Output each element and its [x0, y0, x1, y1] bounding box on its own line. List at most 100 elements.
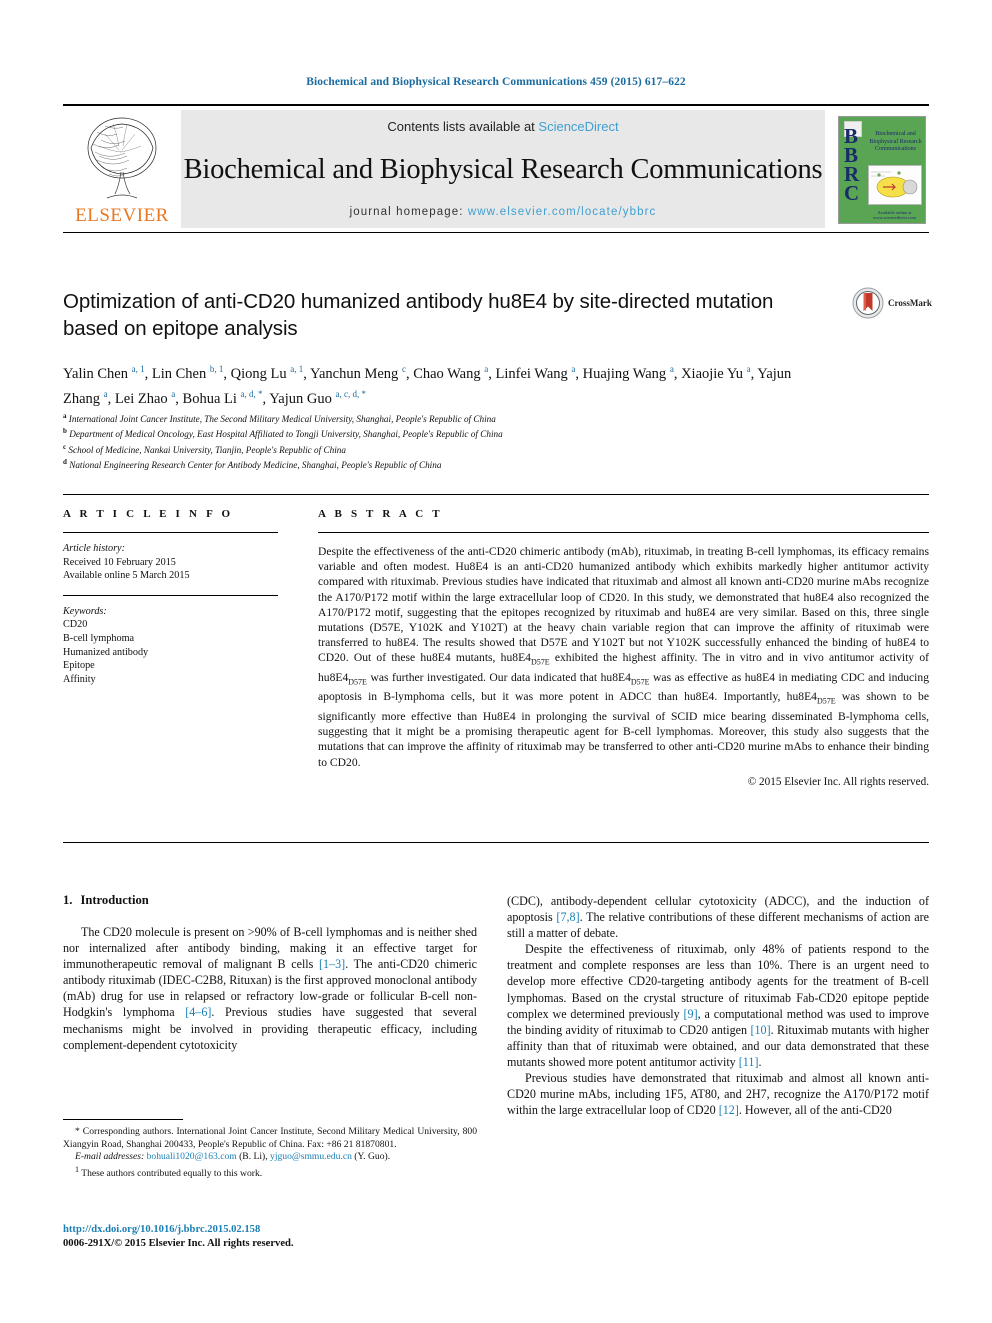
paper-page: Biochemical and Biophysical Research Com…	[0, 0, 992, 1323]
affiliation-text: International Joint Cancer Institute, Th…	[66, 414, 496, 425]
keyword-item: Humanized antibody	[63, 646, 149, 658]
affiliation-item: a International Joint Cancer Institute, …	[63, 410, 863, 425]
email-2-attribution: (Y. Guo).	[351, 1151, 391, 1163]
footnote-corresponding-authors: * Corresponding authors. International J…	[63, 1126, 477, 1150]
author-name: Bohua Li	[182, 390, 241, 407]
author-affiliation-marks: a, 1	[290, 364, 304, 374]
elsevier-wordmark: ELSEVIER	[75, 205, 169, 226]
sciencedirect-link[interactable]: ScienceDirect	[538, 119, 618, 134]
footnote-equal-text: These authors contributed equally to thi…	[79, 1167, 263, 1179]
section-number: 1.	[63, 893, 73, 907]
crossmark-badge[interactable]: CrossMark	[852, 287, 932, 319]
keyword-item: Affinity	[63, 673, 96, 685]
keyword-item: B-cell lymphoma	[63, 632, 135, 644]
author-affiliation-marks: a, 1	[131, 364, 145, 374]
abstract-subscript: D57E	[816, 696, 836, 706]
contents-prefix: Contents lists available at	[387, 119, 539, 134]
abstract-segment: was further investigated. Our data indic…	[366, 670, 631, 684]
homepage-prefix: journal homepage:	[349, 206, 468, 218]
abstract-text: Despite the effectiveness of the anti-CD…	[318, 544, 929, 770]
citation-link[interactable]: [7,8]	[556, 910, 579, 924]
intro-paragraph-1-cont: (CDC), antibody-dependent cellular cytot…	[507, 893, 929, 941]
email-link-1[interactable]: bohuali1020@163.com	[147, 1151, 237, 1162]
author-list: Yalin Chen a, 1, Lin Chen b, 1, Qiong Lu…	[63, 359, 823, 409]
article-history-group: Article history: Received 10 February 20…	[63, 542, 278, 583]
article-info-block: A R T I C L E I N F O Article history: R…	[63, 508, 278, 686]
author-name: Qiong Lu	[230, 365, 291, 382]
author-affiliation-marks: b, 1	[209, 364, 224, 374]
rule-below-abstract	[63, 842, 929, 843]
email-label: E-mail addresses:	[75, 1151, 145, 1163]
cover-footer-text: Available online at www.sciencedirect.co…	[873, 210, 916, 220]
article-history-received: Received 10 February 2015	[63, 556, 176, 568]
citation-link[interactable]: [1–3]	[319, 957, 345, 971]
section-title: Introduction	[80, 893, 149, 907]
footnote-email-addresses: E-mail addresses: bohuali1020@163.com (B…	[63, 1151, 477, 1164]
author-name: Yalin Chen	[63, 365, 132, 382]
journal-cover-thumbnail: BBRC Biochemical and Biophysical Researc…	[833, 110, 929, 228]
email-link-2[interactable]: yjguo@smmu.edu.cn	[270, 1151, 352, 1162]
masthead-center: Contents lists available at ScienceDirec…	[181, 110, 825, 228]
cover-figure	[868, 165, 922, 205]
crossmark-icon	[852, 287, 884, 319]
keyword-item: Epitope	[63, 660, 95, 672]
author-name: Huajing Wang	[582, 365, 670, 382]
copyright-line: © 2015 Elsevier Inc. All rights reserved…	[747, 775, 929, 788]
author-separator: ,	[107, 390, 115, 407]
author-affiliation-marks: a, d, *	[240, 388, 263, 399]
journal-masthead: ELSEVIER Contents lists available at Sci…	[63, 104, 929, 228]
affiliation-text: School of Medicine, Nankai University, T…	[66, 445, 346, 455]
citation-link[interactable]: [10]	[750, 1023, 770, 1037]
contents-available-line: Contents lists available at ScienceDirec…	[387, 119, 618, 134]
journal-homepage-link[interactable]: www.elsevier.com/locate/ybbrc	[468, 206, 657, 218]
article-info-separator	[63, 594, 278, 596]
abstract-subscript: D57E	[348, 677, 367, 687]
author-separator: ,	[488, 365, 496, 382]
intro-paragraph-1: The CD20 molecule is present on >90% of …	[63, 924, 477, 1053]
email-1-attribution: (B. Li),	[236, 1151, 271, 1163]
intro-paragraph-3: Previous studies have demonstrated that …	[507, 1070, 929, 1118]
author-separator: ,	[175, 390, 183, 407]
author-name: Yajun Guo	[269, 390, 336, 407]
article-history-label: Article history:	[63, 543, 125, 554]
body-column-right: (CDC), antibody-dependent cellular cytot…	[507, 893, 929, 1118]
affiliation-text: National Engineering Research Center for…	[66, 460, 442, 471]
rule-above-abstract	[63, 494, 929, 495]
elsevier-logo: ELSEVIER	[63, 110, 181, 228]
author-separator: ,	[673, 365, 682, 382]
author-separator: ,	[144, 365, 152, 382]
keyword-item: CD20	[63, 619, 88, 631]
citation-link[interactable]: [12]	[719, 1103, 739, 1117]
citation-link[interactable]: [11]	[739, 1055, 759, 1069]
cover-bbrc-letters: BBRC	[844, 124, 860, 205]
body-column-left: 1. Introduction The CD20 molecule is pres…	[63, 893, 477, 1053]
abstract-heading: A B S T R A C T	[318, 508, 443, 520]
masthead-bottom-rule	[63, 232, 929, 233]
affiliation-list: a International Joint Cancer Institute, …	[63, 410, 863, 472]
cover-journal-name: Biochemical and Biophysical Research Com…	[869, 131, 922, 152]
cover-cell-diagram-icon	[871, 171, 918, 198]
elsevier-tree-icon	[87, 117, 157, 199]
citation-link[interactable]: [4–6]	[185, 1005, 211, 1019]
footer-doi-block: http://dx.doi.org/10.1016/j.bbrc.2015.02…	[63, 1223, 483, 1251]
abstract-block: A B S T R A C T Despite the effectivenes…	[318, 508, 929, 788]
author-name: Lin Chen	[151, 365, 210, 382]
journal-homepage-line: journal homepage: www.elsevier.com/locat…	[350, 206, 657, 218]
abstract-subscript: D57E	[630, 677, 650, 687]
doi-link[interactable]: http://dx.doi.org/10.1016/j.bbrc.2015.02…	[63, 1223, 483, 1237]
affiliation-item: b Department of Medical Oncology, East H…	[63, 425, 863, 440]
footnote-equal-contribution: 1 These authors contributed equally to t…	[63, 1164, 477, 1181]
issn-copyright-line: 0006-291X/© 2015 Elsevier Inc. All right…	[63, 1238, 294, 1249]
page-title: Optimization of anti-CD20 humanized anti…	[63, 290, 774, 340]
author-name: Chao Wang	[413, 365, 485, 382]
abstract-subscript: D57E	[530, 657, 550, 667]
crossmark-label: CrossMark	[888, 298, 932, 308]
affiliation-text: Department of Medical Oncology, East Hos…	[66, 429, 503, 440]
citation-link[interactable]: [9]	[684, 1007, 698, 1021]
article-info-heading: A R T I C L E I N F O	[63, 508, 234, 520]
title-block: Optimization of anti-CD20 humanized anti…	[63, 288, 823, 409]
author-name: Lei Zhao	[114, 390, 172, 407]
author-separator: ,	[223, 365, 231, 382]
article-info-rule	[63, 532, 278, 533]
author-affiliation-marks: a, c, d, *	[335, 388, 366, 399]
